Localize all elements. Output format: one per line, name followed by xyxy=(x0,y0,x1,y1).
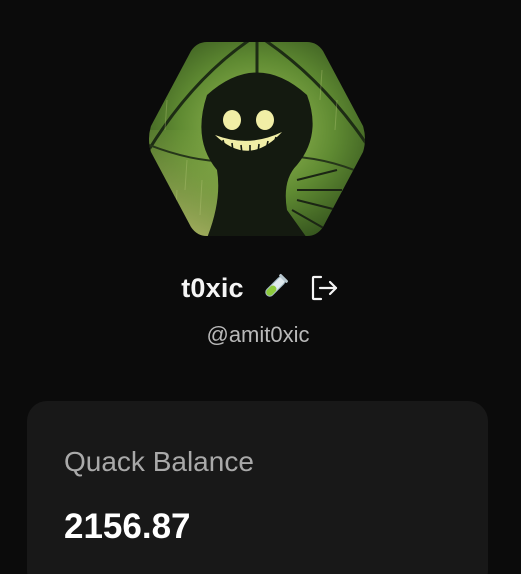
avatar[interactable] xyxy=(147,40,367,238)
user-handle: @amit0xic xyxy=(206,322,310,347)
balance-card: Quack Balance 2156.87 xyxy=(27,401,488,574)
logout-icon[interactable] xyxy=(308,272,340,304)
profile-page: t0xic @amit0xic Quack Balance 2156.87 xyxy=(0,0,521,574)
username: t0xic xyxy=(181,272,244,303)
balance-label: Quack Balance xyxy=(64,446,254,477)
avatar-image xyxy=(149,42,365,236)
balance-value: 2156.87 xyxy=(64,507,191,546)
test-tube-icon xyxy=(258,272,290,304)
name-row: t0xic xyxy=(0,268,521,308)
